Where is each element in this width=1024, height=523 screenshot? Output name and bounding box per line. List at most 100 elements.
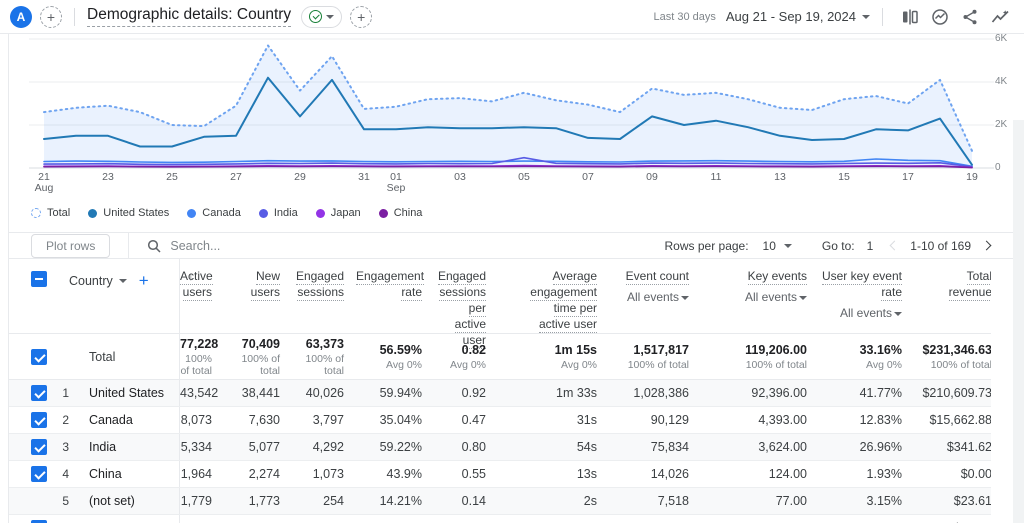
country-name: India [89,440,117,454]
chevron-down-icon [862,14,870,23]
legend-item[interactable]: Canada [187,207,241,219]
comparison-icon[interactable] [901,8,919,26]
column-header[interactable]: Key events All events [701,269,819,305]
legend-item[interactable]: Japan [315,207,361,219]
search-placeholder: Search... [170,238,221,253]
metric-cell: $15,662.88 [929,413,991,427]
metric-cell: 3.15% [866,494,902,508]
page-title[interactable]: Demographic details: Country [87,6,292,27]
metric-filter[interactable]: All events [701,290,807,305]
metric-cell: 59.22% [379,440,422,454]
column-header[interactable]: Engagement rate [356,269,434,301]
legend-item[interactable]: United States [88,207,169,219]
row-checkbox[interactable] [31,412,47,428]
chart-legend: Total United States Canada India Japan China [9,203,1024,223]
check-circle-icon [309,10,323,23]
legend-dot-icon [187,208,197,218]
add-tab-button[interactable]: + [350,5,373,28]
plot-rows-button[interactable]: Plot rows [31,233,111,258]
totals-checkbox[interactable] [31,348,47,365]
column-header[interactable]: Average engagement time per active user [498,269,609,333]
insights-icon[interactable] [931,8,949,26]
search-input[interactable]: Search... [147,239,220,253]
add-comparison-button[interactable]: + [40,5,62,28]
metric-cell: 40,026 [305,386,344,400]
x-axis-label: 21 Aug [34,171,54,194]
rows-per-page-select[interactable]: 10 [763,239,792,253]
metric-cell: 8,073 [180,413,212,427]
metric-filter[interactable]: All events [819,306,902,321]
metric-cell: 59.94% [379,386,422,400]
chevron-down-icon [894,311,902,320]
date-range-picker[interactable]: Aug 21 - Sep 19, 2024 [726,9,870,24]
chevron-down-icon [799,295,807,304]
metric-cell: 12.83% [859,413,902,427]
metric-cell: 0.14 [461,494,486,508]
goto-input[interactable]: 1 [867,239,874,253]
x-axis-label: 27 [230,171,242,183]
legend-item[interactable]: China [378,207,422,219]
previous-page-icon[interactable] [889,240,900,251]
row-number: 1 [62,386,69,400]
column-header[interactable]: Total revenue [914,269,991,301]
metric-cell: $341.62 [946,440,991,454]
vertical-scrollbar[interactable] [1013,120,1024,523]
metric-cell: 31s [576,413,597,427]
table-row: 5 (not set) 1,779 1,773 254 14.21% 0.14 2s 7,5… [9,488,991,515]
country-name: China [89,467,122,481]
metric-cell: 90,129 [650,413,689,427]
table-row: 1 United States 43,542 38,441 40,026 59.94%… [9,380,991,407]
metric-cell: 1,779 [180,494,212,508]
row-number: 5 [62,494,69,508]
next-page-icon[interactable] [981,240,992,251]
column-header[interactable]: User key event rate All events [819,269,914,321]
metric-cell: $210,609.73 [922,386,991,400]
row-checkbox[interactable] [31,439,47,455]
divider [74,7,75,26]
chevron-down-icon [681,295,689,304]
dimension-header[interactable]: Country + [69,271,149,291]
metric-cell: 0.47 [461,413,486,427]
date-range-text: Aug 21 - Sep 19, 2024 [725,9,856,24]
total-metric: 77,228 100% of total [180,336,219,377]
y-axis-label: 6K [995,33,1008,44]
x-axis-label: 17 [902,171,914,183]
table-toolbar: Plot rows Search... Rows per page: 10 Go… [9,232,1024,259]
column-header[interactable]: Engaged sessions [292,269,356,301]
column-header[interactable]: Active users [180,269,224,301]
total-metric: 0.82 Avg 0% [450,342,486,371]
select-all-checkbox[interactable] [31,271,47,287]
total-metric: $231,346.63 100% of total [922,342,991,371]
column-header[interactable]: Event count All events [609,269,701,305]
sort-descending-icon[interactable]: ↓ [188,269,194,283]
column-header[interactable]: New users [224,269,292,301]
row-checkbox[interactable] [31,466,47,482]
metric-cell: 4,393.00 [758,413,807,427]
metric-cell: 26.96% [859,440,902,454]
total-metric: 1m 15s Avg 0% [554,342,597,371]
chevron-down-icon [326,14,335,23]
country-name: (not set) [89,494,135,508]
avatar[interactable]: A [10,5,32,28]
metric-cell: 7,518 [657,494,689,508]
trend-insights-icon[interactable] [991,8,1010,26]
chevron-down-icon [118,279,127,287]
table-row: 6 Japan 1,7181,6041,72656.53%1.001m 57s4… [9,515,991,523]
legend-item[interactable]: Total [31,207,70,219]
row-checkbox[interactable] [31,385,47,401]
metric-cell: 5,334 [180,440,212,454]
date-preset-label: Last 30 days [653,10,716,23]
total-metric: 56.59% Avg 0% [379,342,422,371]
metric-cell: 254 [323,494,344,508]
metric-cell: 1,028,386 [633,386,689,400]
share-icon[interactable] [961,8,979,26]
report-status-pill[interactable] [301,5,343,28]
x-axis-label: 05 [518,171,530,183]
metric-filter[interactable]: All events [609,290,689,305]
x-axis-label: 09 [646,171,658,183]
legend-item[interactable]: India [258,207,298,219]
metric-cell: 92,396.00 [751,386,807,400]
metric-cell: 1.93% [866,467,902,481]
add-dimension-button[interactable]: + [139,271,149,291]
chart-canvas [29,38,994,169]
